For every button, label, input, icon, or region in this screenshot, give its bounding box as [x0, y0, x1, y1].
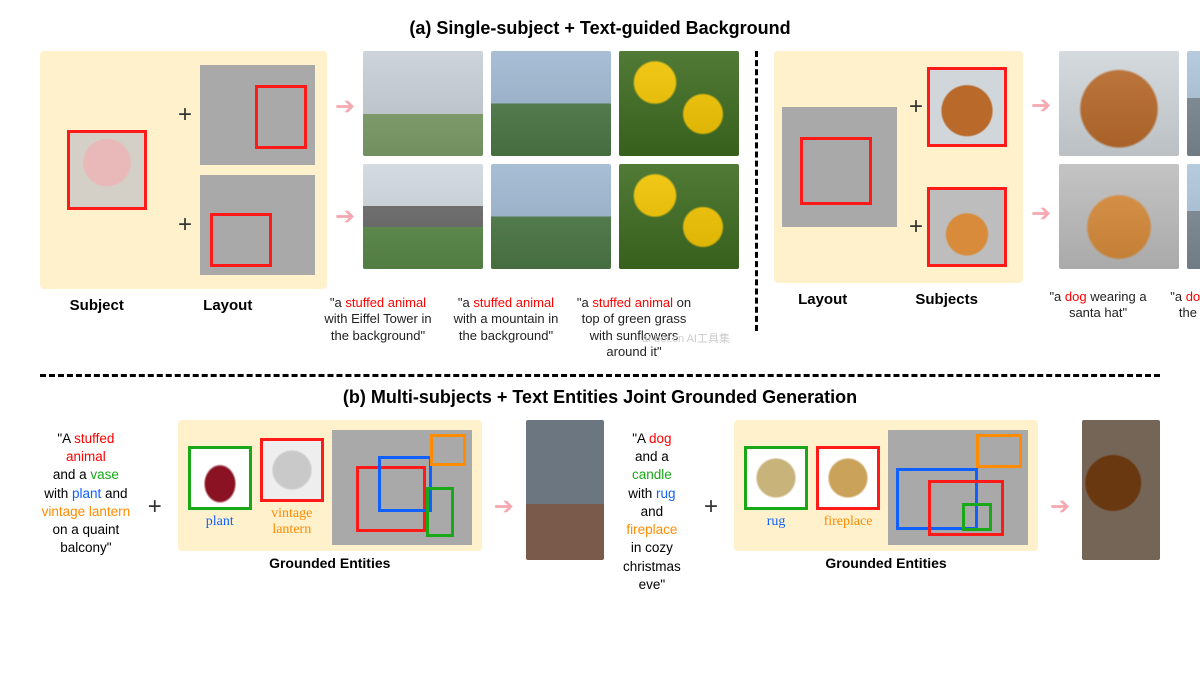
- arrow-icon: ➔: [1050, 492, 1070, 521]
- result-image: [619, 164, 739, 269]
- layout-bbox: [800, 137, 872, 205]
- entity-image-stuffed: [260, 438, 324, 502]
- plus-icon: +: [905, 93, 927, 121]
- layout-multi-right: [888, 430, 1028, 545]
- plus-icon: +: [144, 493, 166, 521]
- grounded-entities-label: Grounded Entities: [178, 555, 482, 571]
- entity-label: rug: [767, 514, 786, 530]
- bbox-green: [426, 487, 454, 537]
- layout-bbox: [255, 85, 307, 149]
- result-image: [619, 51, 739, 156]
- section-a-title: (a) Single-subject + Text-guided Backgro…: [40, 18, 1160, 39]
- result-image: [1059, 51, 1179, 156]
- bbox-orange: [976, 434, 1022, 468]
- figure-root: (a) Single-subject + Text-guided Backgro…: [0, 0, 1200, 675]
- arrow-icon: ➔: [1029, 91, 1053, 120]
- layout-label: Layout: [203, 297, 252, 360]
- result-image: [1187, 51, 1200, 156]
- section-a-left: + + ➔: [40, 51, 739, 360]
- result-image: [491, 164, 611, 269]
- arrow-icon: ➔: [333, 92, 357, 121]
- arrow-icon: ➔: [1029, 199, 1053, 228]
- result-image: [491, 51, 611, 156]
- subject-column: [46, 57, 168, 283]
- left-results: [363, 51, 739, 269]
- plus-icon: +: [905, 213, 927, 241]
- layout-box-1: [200, 65, 315, 165]
- caption: "a stuffed animal with Eiffel Tower in t…: [318, 295, 438, 360]
- left-input-panel: + +: [40, 51, 327, 289]
- result-image: [1187, 164, 1200, 269]
- entities-left-wrapper: plant vintage lantern Grounded Entities: [178, 420, 482, 571]
- layout-bbox: [210, 213, 272, 267]
- entities-panel-left: plant vintage lantern: [178, 420, 482, 551]
- section-b-title: (b) Multi-subjects + Text Entities Joint…: [40, 387, 1160, 408]
- subject-label: Subject: [70, 297, 124, 360]
- caption: "a dog wearing a santa hat": [1038, 289, 1158, 322]
- caption: "a dog with a city in the background": [1166, 289, 1200, 322]
- subjects-label: Subjects: [915, 291, 978, 322]
- arrow-icon: ➔: [494, 492, 514, 521]
- entity-label: plant: [206, 514, 234, 530]
- section-b: "A stuffed animal and a vase with plant …: [40, 420, 1160, 594]
- entity-image-rug: [744, 446, 808, 510]
- subject-image-corgi: [927, 187, 1007, 267]
- bbox-green: [962, 503, 992, 531]
- entities-right-wrapper: rug fireplace Grounded Entities: [734, 420, 1038, 571]
- plus-icon: +: [700, 493, 722, 521]
- subjects-column: + +: [897, 59, 1015, 275]
- entity-label: vintage lantern: [260, 506, 324, 537]
- horizontal-divider: [40, 374, 1160, 377]
- section-a: + + ➔: [40, 51, 1160, 360]
- result-image: [1059, 164, 1179, 269]
- right-results: [1059, 51, 1200, 269]
- subject-image-chow: [927, 67, 1007, 147]
- grounded-entities-label: Grounded Entities: [734, 555, 1038, 571]
- caption-row-right: "a dog wearing a santa hat" "a dog with …: [1038, 289, 1200, 322]
- layout-column: + +: [168, 57, 321, 283]
- result-image-right: [1082, 420, 1160, 560]
- entity-image-dog: [816, 446, 880, 510]
- prompt-left: "A stuffed animal and a vase with plant …: [40, 420, 132, 558]
- subject-image-sloth: [67, 130, 147, 210]
- layout-multi-left: [332, 430, 472, 545]
- prompt-right: "A dog and a candle with rug and firepla…: [616, 420, 688, 594]
- vertical-divider: [755, 51, 758, 331]
- layout-box-2: [200, 175, 315, 275]
- caption: "a stuffed animal with a mountain in the…: [446, 295, 566, 360]
- arrow-icon: ➔: [333, 202, 357, 231]
- entity-label: fireplace: [824, 514, 873, 530]
- entities-panel-right: rug fireplace: [734, 420, 1038, 551]
- section-a-right: + + ➔ ➔: [774, 51, 1200, 360]
- bbox-orange: [430, 434, 466, 466]
- result-image: [363, 164, 483, 269]
- caption: "a stuffed animal on top of green grass …: [574, 295, 694, 360]
- bbox-blue: [378, 456, 432, 512]
- layout-label: Layout: [798, 291, 847, 322]
- result-image-left: [526, 420, 604, 560]
- right-input-panel: + +: [774, 51, 1023, 283]
- plus-icon: +: [174, 211, 196, 239]
- layout-box-right: [782, 107, 897, 227]
- result-image: [363, 51, 483, 156]
- caption-row-left: "a stuffed animal with Eiffel Tower in t…: [318, 295, 694, 360]
- entity-image-vase: [188, 446, 252, 510]
- plus-icon: +: [174, 101, 196, 129]
